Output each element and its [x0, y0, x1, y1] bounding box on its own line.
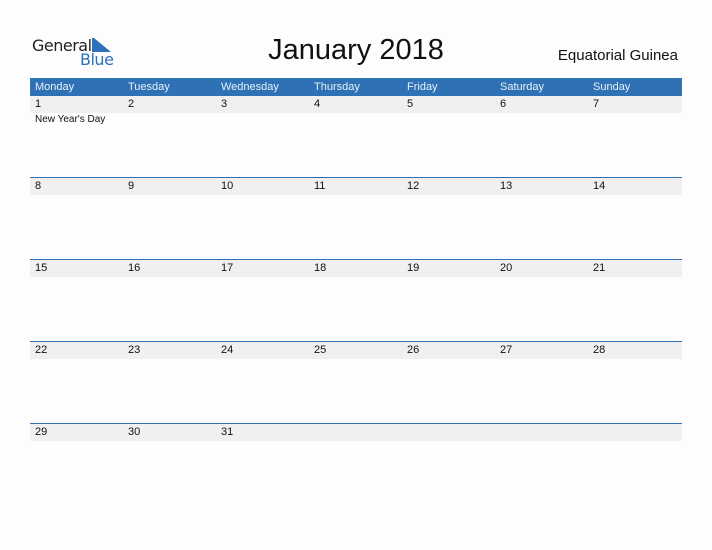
day-number: 12	[407, 180, 420, 192]
day-event	[309, 113, 402, 125]
day-event	[588, 441, 681, 442]
week-row: 29 30 31	[30, 423, 682, 505]
day-event	[588, 113, 681, 125]
weekday-header: Monday Tuesday Wednesday Thursday Friday…	[30, 78, 682, 96]
day-event	[495, 441, 588, 442]
day-event	[216, 195, 309, 196]
day-number: 26	[407, 344, 420, 356]
day-event	[123, 441, 216, 442]
day-number: 21	[593, 262, 606, 274]
date-strip: 15 16 17 18 19 20 21	[30, 260, 682, 277]
day-event	[216, 113, 309, 125]
day-event	[402, 113, 495, 125]
day-number: 2	[128, 98, 135, 110]
weeks-container: 1 2 3 4 5 6 7 New Year's Day 8 9 10 11 12 13 14 15 16 17 1…	[30, 96, 682, 505]
events-row	[30, 195, 682, 196]
day-number: 16	[128, 262, 141, 274]
day-number: 15	[35, 262, 48, 274]
date-strip: 22 23 24 25 26 27 28	[30, 342, 682, 359]
day-event	[123, 359, 216, 360]
day-event	[309, 277, 402, 278]
day-event	[216, 359, 309, 360]
week-row: 22 23 24 25 26 27 28	[30, 341, 682, 423]
events-row	[30, 277, 682, 278]
day-number: 20	[500, 262, 513, 274]
day-number: 23	[128, 344, 141, 356]
day-event	[216, 441, 309, 442]
events-row	[30, 359, 682, 360]
day-number: 30	[128, 426, 141, 438]
day-event	[30, 195, 123, 196]
day-event	[309, 195, 402, 196]
day-number: 24	[221, 344, 234, 356]
day-number: 10	[221, 180, 234, 192]
day-event	[123, 195, 216, 196]
weekday-friday: Friday	[407, 81, 438, 93]
day-number: 29	[35, 426, 48, 438]
country-name: Equatorial Guinea	[557, 47, 678, 64]
day-number: 14	[593, 180, 606, 192]
day-event	[30, 359, 123, 360]
day-number: 3	[221, 98, 228, 110]
day-number: 7	[593, 98, 600, 110]
day-event	[588, 359, 681, 360]
weekday-monday: Monday	[35, 81, 75, 93]
day-event	[495, 359, 588, 360]
day-number: 28	[593, 344, 606, 356]
day-number: 1	[35, 98, 42, 110]
week-row: 15 16 17 18 19 20 21	[30, 259, 682, 341]
day-event	[588, 277, 681, 278]
date-strip: 1 2 3 4 5 6 7	[30, 96, 682, 113]
date-strip: 29 30 31	[30, 424, 682, 441]
events-row: New Year's Day	[30, 113, 682, 125]
weekday-tuesday: Tuesday	[128, 81, 170, 93]
weekday-saturday: Saturday	[500, 81, 545, 93]
events-row	[30, 441, 682, 442]
day-event	[495, 113, 588, 125]
day-number: 25	[314, 344, 327, 356]
date-strip: 8 9 10 11 12 13 14	[30, 178, 682, 195]
day-number	[495, 424, 588, 441]
day-event	[402, 277, 495, 278]
weekday-sunday: Sunday	[593, 81, 631, 93]
day-number: 8	[35, 180, 42, 192]
day-event	[402, 441, 495, 442]
day-number: 5	[407, 98, 414, 110]
day-number	[402, 424, 495, 441]
day-event	[30, 277, 123, 278]
day-number: 11	[314, 180, 326, 192]
calendar-grid: Monday Tuesday Wednesday Thursday Friday…	[30, 78, 682, 505]
day-number: 6	[500, 98, 507, 110]
day-number	[309, 424, 402, 441]
day-event	[588, 195, 681, 196]
day-event	[309, 441, 402, 442]
day-number: 27	[500, 344, 513, 356]
day-number: 13	[500, 180, 513, 192]
day-number: 31	[221, 426, 234, 438]
day-number	[588, 424, 681, 441]
weekday-thursday: Thursday	[314, 81, 360, 93]
day-number: 9	[128, 180, 135, 192]
day-event	[495, 195, 588, 196]
weekday-wednesday: Wednesday	[221, 81, 279, 93]
day-event	[123, 113, 216, 125]
week-row: 1 2 3 4 5 6 7 New Year's Day	[30, 96, 682, 177]
day-event	[495, 277, 588, 278]
day-event	[123, 277, 216, 278]
day-number: 22	[35, 344, 48, 356]
day-number: 18	[314, 262, 327, 274]
day-number: 4	[314, 98, 321, 110]
day-event: New Year's Day	[35, 114, 106, 125]
day-number: 19	[407, 262, 420, 274]
day-event	[30, 441, 123, 442]
day-event	[216, 277, 309, 278]
day-event	[309, 359, 402, 360]
week-row: 8 9 10 11 12 13 14	[30, 177, 682, 259]
day-event	[402, 359, 495, 360]
day-number: 17	[221, 262, 234, 274]
day-event	[402, 195, 495, 196]
